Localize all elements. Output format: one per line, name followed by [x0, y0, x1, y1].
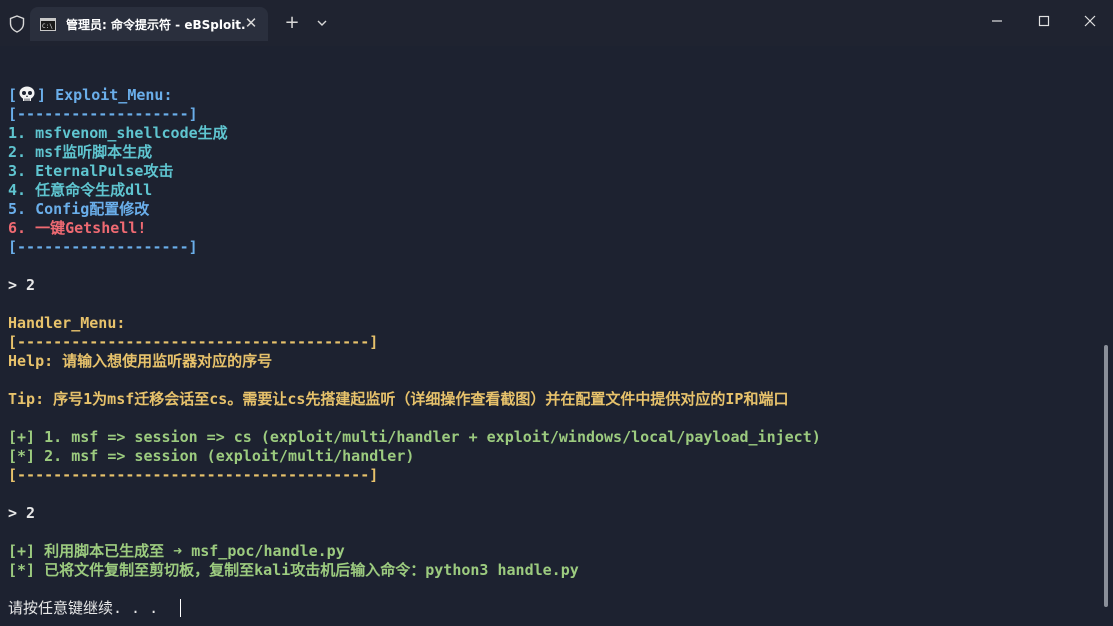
window-close-button[interactable]: [1075, 8, 1105, 34]
handler-option: [*] 2. msf => session (exploit/multi/han…: [8, 447, 415, 465]
result-line: [*] 已将文件复制至剪切板，复制至kali攻击机后输入命令：python3 h…: [8, 561, 579, 579]
minimize-button[interactable]: [982, 8, 1012, 34]
input-prompt: > 2: [8, 504, 36, 522]
window-close-icon: [1084, 15, 1096, 27]
maximize-button[interactable]: [1029, 8, 1059, 34]
cmd-icon: C:\: [40, 18, 56, 31]
text-cursor: [180, 599, 181, 617]
exploit-menu-item: 6. 一键Getshell!: [8, 219, 147, 237]
title-bar: C:\ 管理员: 命令提示符 - eBSploit. ✕ +: [0, 0, 1113, 46]
maximize-icon: [1038, 15, 1050, 27]
handler-menu-border-bottom: [---------------------------------------…: [8, 466, 379, 484]
handler-menu-border-top: [---------------------------------------…: [8, 333, 379, 351]
result-line: [+] 利用脚本已生成至 ➜ msf_poc/handle.py: [8, 542, 345, 560]
exploit-menu-title: [ ] Exploit_Menu:: [8, 86, 173, 105]
exploit-menu-label: ] Exploit_Menu:: [37, 86, 173, 104]
close-icon[interactable]: ✕: [242, 14, 260, 32]
exploit-menu-item: 4. 任意命令生成dll: [8, 181, 153, 199]
scrollbar-thumb[interactable]: [1104, 345, 1108, 607]
continue-prompt: 请按任意键继续. . .: [8, 599, 159, 617]
exploit-menu-item: 1. msfvenom_shellcode生成: [8, 124, 228, 142]
tab-title: 管理员: 命令提示符 - eBSploit.: [66, 18, 246, 32]
input-prompt: > 2: [8, 276, 36, 294]
chevron-down-icon[interactable]: [312, 13, 332, 33]
minimize-icon: [992, 20, 1002, 22]
handler-option: [+] 1. msf => session => cs (exploit/mul…: [8, 428, 821, 446]
tab-command-prompt[interactable]: C:\ 管理员: 命令提示符 - eBSploit. ✕: [30, 7, 268, 41]
handler-menu-title: Handler_Menu:: [8, 314, 126, 332]
handler-help-text: Help: 请输入想使用监听器对应的序号: [8, 352, 273, 370]
skull-icon: [19, 86, 35, 101]
exploit-menu-item: 5. Config配置修改: [8, 200, 150, 218]
shield-icon: [9, 15, 25, 33]
new-tab-button[interactable]: +: [282, 12, 302, 34]
handler-tip-text: Tip: 序号1为msf迁移会话至cs。需要让cs先搭建起监听（详细操作查看截图…: [8, 390, 789, 408]
exploit-menu-border-bottom: [-------------------]: [8, 238, 198, 256]
exploit-menu-border-top: [-------------------]: [8, 105, 198, 123]
exploit-menu-item: 2. msf监听脚本生成: [8, 143, 153, 161]
exploit-menu-item: 3. EternalPulse攻击: [8, 162, 174, 180]
svg-text:C:\: C:\: [42, 23, 53, 30]
bracket-open: [: [8, 86, 18, 104]
